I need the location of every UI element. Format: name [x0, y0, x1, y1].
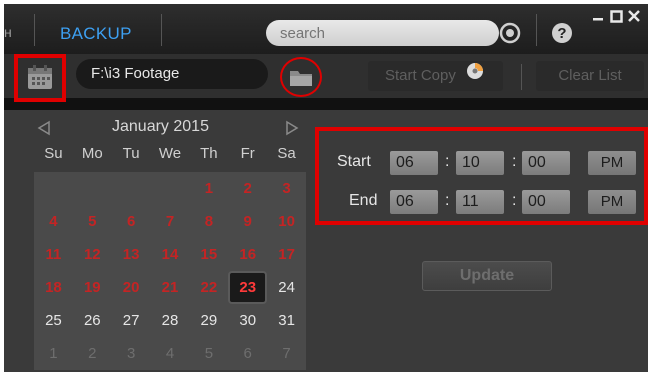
- calendar-day[interactable]: 31: [267, 304, 306, 337]
- calendar-day[interactable]: 2: [73, 337, 112, 370]
- calendar-day[interactable]: 19: [73, 271, 112, 304]
- calendar-day[interactable]: 1: [189, 172, 228, 205]
- calendar-day[interactable]: 7: [151, 205, 190, 238]
- calendar-day[interactable]: 25: [34, 304, 73, 337]
- weekday-label: Tu: [111, 144, 151, 172]
- svg-text:?: ?: [557, 25, 566, 42]
- separator: [521, 64, 522, 90]
- tab-backup[interactable]: BACKUP: [60, 24, 132, 44]
- prev-month-icon[interactable]: [34, 119, 54, 137]
- separator: [34, 14, 35, 46]
- minimize-icon[interactable]: [590, 8, 606, 24]
- calendar-day[interactable]: 20: [112, 271, 151, 304]
- weekday-label: We: [150, 144, 190, 172]
- calendar-day[interactable]: 24: [267, 271, 306, 304]
- calendar-day[interactable]: 12: [73, 238, 112, 271]
- calendar-day[interactable]: 22: [189, 271, 228, 304]
- calendar-day: [73, 172, 112, 205]
- highlight-folder-icon: [280, 57, 322, 97]
- calendar-day[interactable]: 27: [112, 304, 151, 337]
- calendar-week-row: 123: [34, 172, 306, 205]
- start-copy-button[interactable]: Start Copy: [368, 61, 503, 91]
- calendar-grid: Su Mo Tu We Th Fr Sa 1 2 3 4 5 6 7 8 9 10 11 12 13 14 15 16 17…: [34, 144, 307, 370]
- calendar-day[interactable]: 15: [189, 238, 228, 271]
- calendar-day[interactable]: 3: [267, 172, 306, 205]
- calendar-day[interactable]: 30: [228, 304, 267, 337]
- calendar-day[interactable]: 17: [267, 238, 306, 271]
- calendar-day[interactable]: 8: [189, 205, 228, 238]
- calendar-day: [112, 172, 151, 205]
- calendar-dates: 1 2 3 4 5 6 7 8 9 10 11 12 13 14 15 16 17 18 19 20 21 22 23 24 2…: [34, 172, 306, 370]
- calendar-day[interactable]: 5: [73, 205, 112, 238]
- calendar-day-selected[interactable]: 23: [228, 271, 268, 304]
- record-icon[interactable]: [498, 21, 522, 45]
- calendar-day[interactable]: 16: [228, 238, 267, 271]
- maximize-icon[interactable]: [608, 8, 624, 24]
- weekday-row: Su Mo Tu We Th Fr Sa: [34, 144, 307, 172]
- calendar-day[interactable]: 26: [73, 304, 112, 337]
- calendar-day[interactable]: 4: [34, 205, 73, 238]
- help-icon[interactable]: ?: [550, 21, 574, 45]
- calendar-week-row: 25 26 27 28 29 30 31: [34, 304, 306, 337]
- weekday-label: Fr: [228, 144, 268, 172]
- left-edge-glyph: ʜ: [4, 24, 12, 40]
- path-field[interactable]: F:\i3 Footage: [76, 59, 268, 89]
- search-input[interactable]: [266, 20, 499, 46]
- calendar-day[interactable]: 28: [151, 304, 190, 337]
- calendar-day[interactable]: 18: [34, 271, 73, 304]
- calendar-day[interactable]: 4: [151, 337, 190, 370]
- disc-icon: [464, 61, 486, 91]
- calendar-week-row: 4 5 6 7 8 9 10: [34, 205, 306, 238]
- calendar-day[interactable]: 29: [189, 304, 228, 337]
- calendar-day: [34, 172, 73, 205]
- backup-window: ʜ BACKUP ? F:\i3 Footage: [4, 4, 648, 372]
- start-copy-label: Start Copy: [384, 67, 456, 84]
- calendar-day[interactable]: 1: [34, 337, 73, 370]
- divider-strip: [4, 98, 648, 110]
- weekday-label: Th: [189, 144, 229, 172]
- calendar-day[interactable]: 10: [267, 205, 306, 238]
- top-bar: ʜ BACKUP ?: [4, 4, 648, 54]
- calendar-day: [151, 172, 190, 205]
- calendar-day[interactable]: 5: [189, 337, 228, 370]
- close-icon[interactable]: [626, 8, 642, 24]
- calendar-day[interactable]: 13: [112, 238, 151, 271]
- separator: [536, 14, 537, 46]
- clear-list-label: Clear List: [558, 67, 622, 84]
- separator: [161, 14, 162, 46]
- calendar-day[interactable]: 14: [151, 238, 190, 271]
- calendar-week-row: 1234567: [34, 337, 306, 370]
- calendar-day[interactable]: 3: [112, 337, 151, 370]
- next-month-icon[interactable]: [282, 119, 302, 137]
- calendar-day[interactable]: 6: [228, 337, 267, 370]
- calendar-day[interactable]: 11: [34, 238, 73, 271]
- calendar-day[interactable]: 2: [228, 172, 267, 205]
- calendar-week-row: 11 12 13 14 15 16 17: [34, 238, 306, 271]
- calendar-header: January 2015: [32, 116, 302, 140]
- highlight-calendar-icon: [14, 54, 66, 102]
- calendar-day[interactable]: 7: [267, 337, 306, 370]
- month-label: January 2015: [112, 118, 209, 135]
- weekday-label: Su: [34, 144, 73, 172]
- calendar-day[interactable]: 21: [151, 271, 190, 304]
- calendar-week-row: 18 19 20 21 22 23 24: [34, 271, 306, 304]
- weekday-label: Mo: [72, 144, 112, 172]
- clear-list-button[interactable]: Clear List: [536, 61, 644, 91]
- weekday-label: Sa: [267, 144, 307, 172]
- highlight-time-range: [315, 127, 648, 225]
- calendar-day[interactable]: 9: [228, 205, 267, 238]
- update-button[interactable]: Update: [422, 261, 552, 291]
- calendar-day[interactable]: 6: [112, 205, 151, 238]
